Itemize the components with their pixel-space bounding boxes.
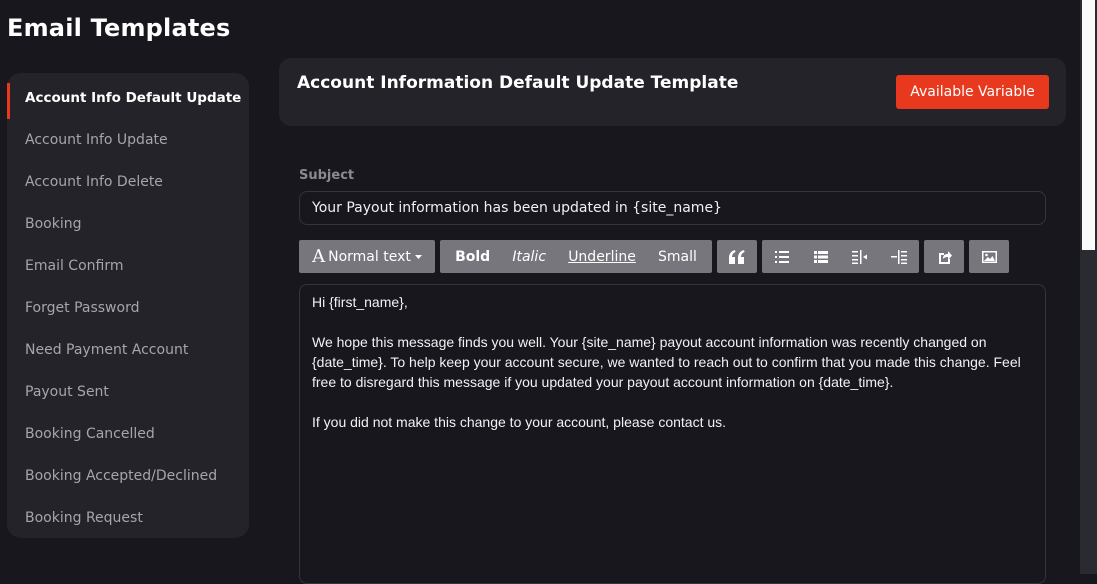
editor-paragraph: If you did not make this change to your … — [312, 414, 727, 430]
ordered-list-icon — [813, 250, 828, 263]
page-title: Email Templates — [7, 14, 231, 42]
blockquote-group — [717, 240, 757, 273]
image-group — [969, 240, 1009, 273]
outdent-button[interactable] — [841, 240, 879, 273]
small-button[interactable]: Small — [658, 240, 697, 273]
available-variable-button[interactable]: Available Variable — [896, 75, 1049, 109]
sidebar-item-account-info-default-update[interactable]: Account Info Default Update — [7, 77, 249, 119]
unordered-list-button[interactable] — [763, 240, 801, 273]
sidebar-item-need-payment-account[interactable]: Need Payment Account — [7, 329, 249, 371]
email-body-editor[interactable]: Hi {first_name}, We hope this message fi… — [299, 284, 1046, 584]
quote-icon — [728, 249, 746, 264]
unordered-list-icon — [774, 250, 789, 263]
page-scrollbar[interactable] — [1080, 0, 1097, 574]
blockquote-button[interactable] — [717, 240, 757, 273]
caret-down-icon — [414, 254, 422, 259]
italic-button[interactable]: Italic — [512, 240, 546, 273]
template-title: Account Information Default Update Templ… — [297, 73, 739, 93]
sidebar-item-payout-sent[interactable]: Payout Sent — [7, 371, 249, 413]
image-icon — [981, 250, 997, 263]
list-group — [762, 240, 919, 273]
scrollbar-thumb[interactable] — [1082, 0, 1095, 250]
formatting-group: Bold Italic Underline Small — [440, 240, 712, 273]
underline-button[interactable]: Underline — [568, 240, 636, 273]
outdent-icon — [852, 249, 868, 264]
sidebar-item-booking[interactable]: Booking — [7, 203, 249, 245]
sidebar-item-booking-request[interactable]: Booking Request — [7, 497, 249, 539]
font-icon: A — [312, 246, 326, 267]
sidebar-item-booking-cancelled[interactable]: Booking Cancelled — [7, 413, 249, 455]
subject-input[interactable] — [299, 191, 1046, 225]
text-style-label: Normal text — [328, 248, 411, 265]
sidebar-item-account-info-update[interactable]: Account Info Update — [7, 119, 249, 161]
link-group — [924, 240, 964, 273]
text-style-dropdown[interactable]: A Normal text — [299, 240, 435, 273]
editor-paragraph: We hope this message finds you well. You… — [312, 334, 1021, 390]
indent-icon — [891, 249, 908, 264]
ordered-list-button[interactable] — [802, 240, 840, 273]
subject-label: Subject — [299, 168, 355, 183]
bold-button[interactable]: Bold — [455, 240, 490, 273]
editor-paragraph: Hi {first_name}, — [312, 294, 408, 310]
text-style-group: A Normal text — [299, 240, 435, 273]
link-button[interactable] — [924, 240, 964, 273]
sidebar-item-forget-password[interactable]: Forget Password — [7, 287, 249, 329]
link-icon — [937, 250, 952, 264]
sidebar-item-account-info-delete[interactable]: Account Info Delete — [7, 161, 249, 203]
sidebar-item-email-confirm[interactable]: Email Confirm — [7, 245, 249, 287]
template-sidebar: Account Info Default Update Account Info… — [7, 73, 249, 538]
image-button[interactable] — [969, 240, 1009, 273]
indent-button[interactable] — [880, 240, 918, 273]
template-header: Account Information Default Update Templ… — [279, 58, 1066, 126]
sidebar-item-booking-accepted-declined[interactable]: Booking Accepted/Declined — [7, 455, 249, 497]
